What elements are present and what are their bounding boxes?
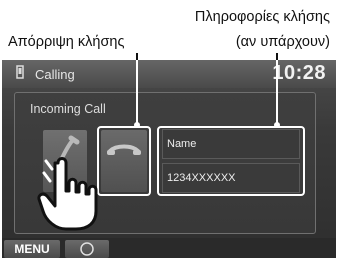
leader-dot-reject — [134, 122, 140, 128]
leader-line-info — [276, 53, 278, 60]
home-button[interactable] — [65, 240, 109, 258]
status-title: Calling — [35, 67, 75, 82]
menu-button[interactable]: MENU — [4, 240, 60, 258]
status-bar: Calling 10:28 — [2, 60, 336, 88]
leader-line-reject — [136, 53, 138, 60]
bottom-bar: MENU — [2, 238, 336, 258]
caller-number: 1234XXXXXX — [162, 163, 300, 193]
caller-name: Name — [162, 129, 300, 159]
callout-reject-call: Απόρριψη κλήσης — [8, 34, 125, 50]
home-circle-icon — [80, 242, 94, 256]
panel-title: Incoming Call — [30, 102, 106, 116]
phone-signal-icon — [16, 65, 24, 79]
callout-caller-info-note: (αν υπάρχουν) — [235, 34, 330, 50]
reject-highlight-frame — [97, 126, 151, 196]
callout-caller-info: Πληροφορίες κλήσης — [194, 9, 330, 25]
clock: 10:28 — [272, 62, 326, 84]
hand-pointer-icon — [37, 157, 98, 231]
leader-line-info-inner — [276, 60, 278, 126]
leader-line-reject-inner — [136, 60, 138, 126]
